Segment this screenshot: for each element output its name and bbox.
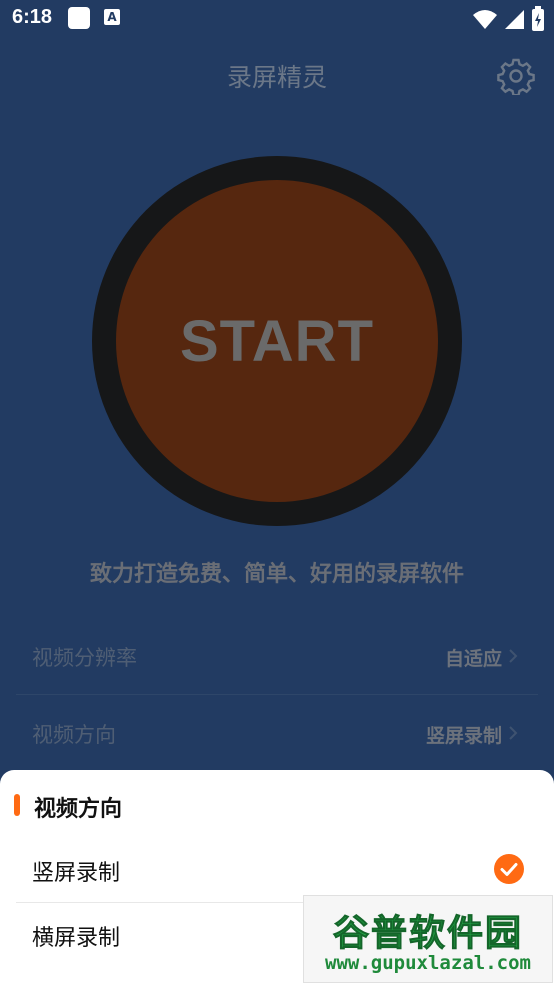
setting-value: 竖屏录制 [425,725,502,747]
check-icon [494,854,524,884]
settings-button[interactable] [497,57,535,97]
start-button[interactable]: START [116,180,438,502]
gear-icon [497,58,535,97]
watermark-url: www.gupuxlazal.com [325,952,531,974]
page-title: 录屏精灵 [226,63,327,92]
watermark-logo: 谷普软件园 [332,913,523,955]
start-button-ring[interactable]: START [92,156,462,526]
setting-label: 视频分辨率 [32,646,137,670]
option-portrait[interactable]: 竖屏录制 [16,838,538,903]
status-bar: 6:18 A [0,0,554,38]
signal-icon [504,10,524,29]
sheet-title: 视频方向 [34,797,123,822]
setting-label: 视频方向 [32,723,116,747]
status-time: 6:18 [12,6,53,28]
option-label: 横屏录制 [32,926,121,951]
a-icon: A [104,9,120,25]
setting-row-resolution[interactable]: 视频分辨率 自适应 [16,618,538,695]
battery-icon [532,6,544,31]
square-icon [68,7,90,29]
chevron-right-icon [509,649,518,663]
chevron-right-icon [509,726,518,740]
watermark: 谷普软件园 www.gupuxlazal.com [303,895,553,983]
start-label: START [179,308,374,374]
wifi-icon [472,10,497,29]
slogan-text: 致力打造免费、简单、好用的录屏软件 [89,562,464,587]
setting-row-orientation[interactable]: 视频方向 竖屏录制 [16,695,538,771]
status-icons [472,6,546,31]
option-label: 竖屏录制 [32,861,121,886]
setting-value: 自适应 [444,648,502,670]
sheet-accent-bar [14,794,20,816]
